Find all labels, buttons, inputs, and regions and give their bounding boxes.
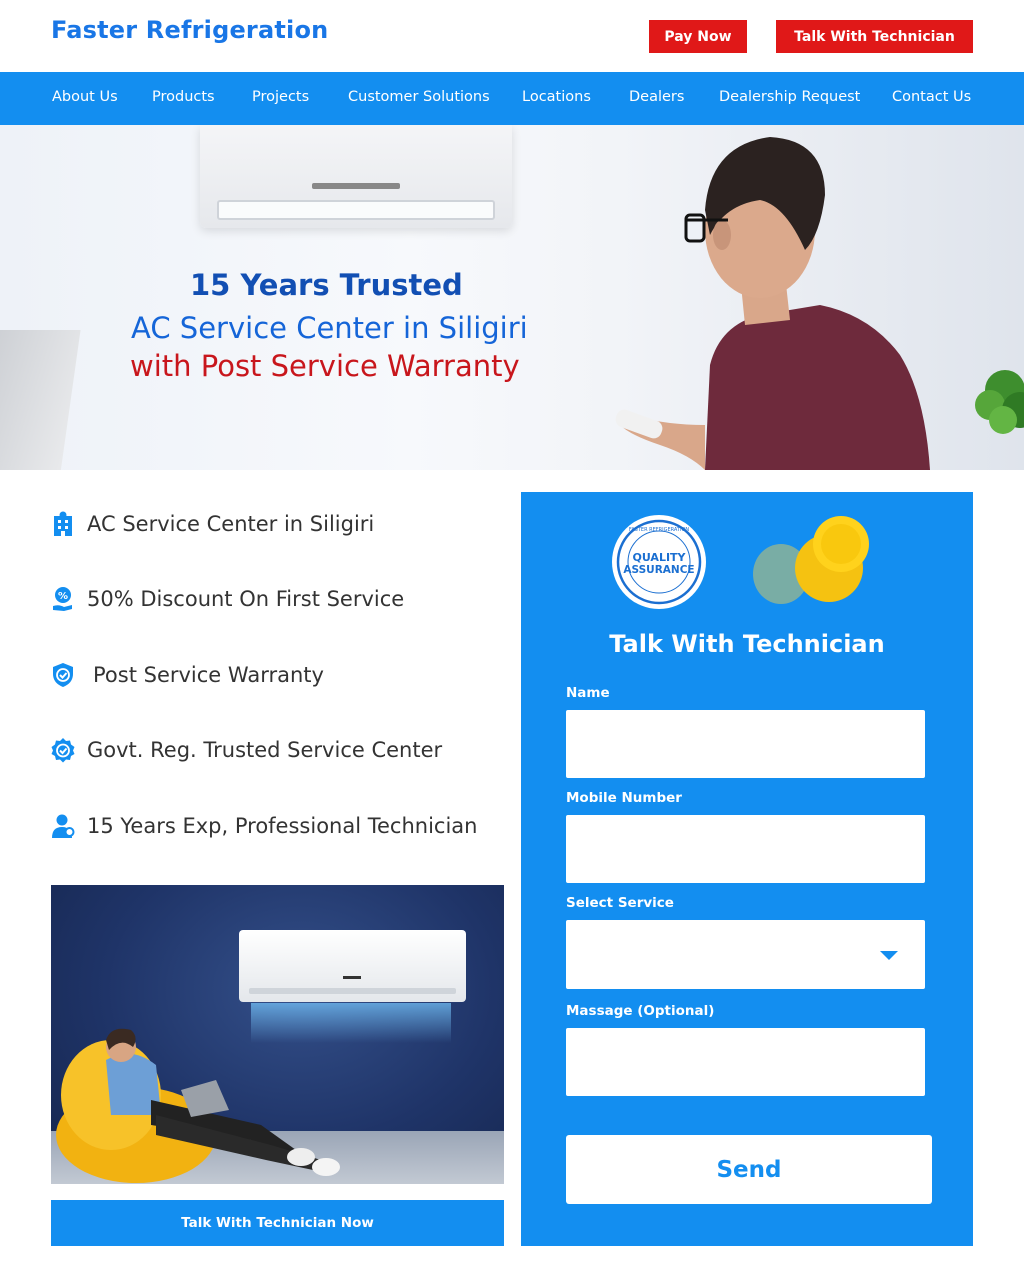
talk-with-technician-button[interactable]: Talk With Technician: [776, 20, 973, 53]
nav-item-dealers[interactable]: Dealers: [629, 89, 684, 105]
select-service-dropdown[interactable]: [566, 920, 925, 989]
building-icon: [54, 511, 72, 536]
nav-item-projects[interactable]: Projects: [252, 89, 309, 105]
woman-relaxing-ac-image: [51, 885, 504, 1184]
feature-text: AC Service Center in Siligiri: [87, 512, 375, 536]
quality-assurance-badge: FASTER REFRIGERATION QUALITY ASSURANCE: [612, 515, 706, 609]
hero-banner: 15 Years Trusted AC Service Center in Si…: [0, 125, 1024, 470]
nav-item-products[interactable]: Products: [152, 89, 215, 105]
nav-item-dealership-request[interactable]: Dealership Request: [719, 89, 860, 105]
message-label: Massage (Optional): [566, 1003, 715, 1019]
feature-item: AC Service Center in Siligiri: [51, 509, 374, 539]
woman-on-beanbag: [56, 1028, 340, 1183]
main-nav: About Us Products Projects Customer Solu…: [0, 72, 1024, 125]
hero-headline: 15 Years Trusted: [190, 268, 463, 302]
nav-item-customer-solutions[interactable]: Customer Solutions: [348, 89, 490, 105]
nav-item-contact-us[interactable]: Contact Us: [892, 89, 971, 105]
feature-text: Govt. Reg. Trusted Service Center: [87, 738, 443, 762]
badge-check-icon: [51, 738, 75, 763]
plant-image: [975, 370, 1024, 434]
svg-text:%: %: [58, 591, 68, 602]
form-title: Talk With Technician: [609, 630, 885, 658]
mobile-number-input[interactable]: [566, 815, 925, 883]
air-conditioner-image: [200, 125, 512, 228]
ac-vent: [217, 200, 495, 220]
discount-hand-icon: %: [53, 587, 72, 611]
laptop-image: [0, 330, 81, 470]
feature-item: % 50% Discount On First Service: [51, 584, 404, 614]
man-with-remote-image: [615, 137, 930, 470]
ac-display: [312, 183, 400, 189]
send-button[interactable]: Send: [566, 1135, 932, 1204]
chevron-down-icon: [880, 951, 898, 960]
message-input[interactable]: [566, 1028, 925, 1096]
hero-tagline: with Post Service Warranty: [130, 349, 520, 383]
select-service-label: Select Service: [566, 895, 674, 911]
contact-form-panel: FASTER REFRIGERATION QUALITY ASSURANCE T…: [521, 492, 973, 1246]
feature-text: 15 Years Exp, Professional Technician: [87, 814, 478, 838]
pay-now-button[interactable]: Pay Now: [649, 20, 747, 53]
name-label: Name: [566, 685, 610, 701]
feature-item: Post Service Warranty: [51, 660, 324, 690]
shield-check-icon: [53, 663, 73, 687]
nav-item-locations[interactable]: Locations: [522, 89, 591, 105]
feature-text: 50% Discount On First Service: [87, 587, 405, 611]
talk-with-technician-now-button[interactable]: Talk With Technician Now: [51, 1200, 504, 1246]
technician-icon: [52, 814, 75, 838]
nav-item-about-us[interactable]: About Us: [52, 89, 118, 105]
site-header: Faster Refrigeration Pay Now Talk With T…: [0, 0, 1024, 72]
feature-item: Govt. Reg. Trusted Service Center: [51, 735, 442, 765]
hero-subheadline: AC Service Center in Siligiri: [131, 311, 528, 345]
name-input[interactable]: [566, 710, 925, 778]
badge-line1: QUALITY: [632, 551, 686, 564]
mobile-number-label: Mobile Number: [566, 790, 682, 806]
feature-text: Post Service Warranty: [93, 663, 324, 687]
yellow-coin-image: [753, 516, 869, 604]
feature-item: 15 Years Exp, Professional Technician: [51, 811, 477, 841]
site-logo[interactable]: Faster Refrigeration: [51, 16, 328, 44]
badge-top-text: FASTER REFRIGERATION: [629, 527, 690, 533]
badge-line2: ASSURANCE: [623, 564, 694, 576]
